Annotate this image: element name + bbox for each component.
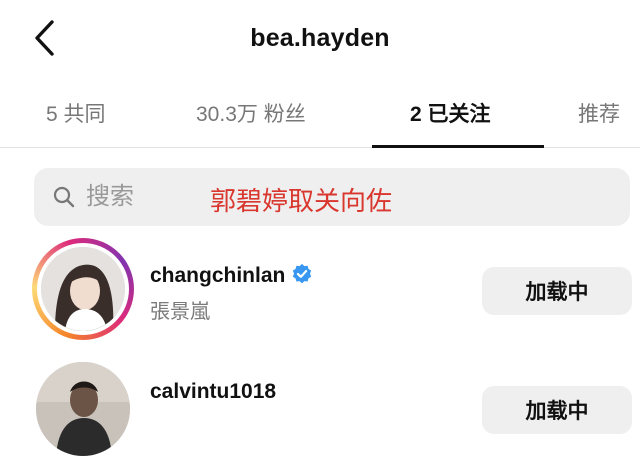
follow-status-button[interactable]: 加载中: [482, 267, 632, 315]
verified-badge-icon: [293, 263, 312, 284]
tab-followers[interactable]: 30.3万 粉丝: [196, 98, 306, 132]
active-tab-indicator: [372, 145, 544, 148]
follow-status-button[interactable]: 加载中: [482, 386, 632, 434]
username[interactable]: changchinlan: [150, 263, 313, 288]
avatar-story-ring[interactable]: [32, 238, 134, 340]
list-item[interactable]: changchinlan 張景嵐 加载中: [0, 238, 640, 340]
tab-suggested[interactable]: 推荐: [578, 98, 620, 132]
caption-overlay: 郭碧婷取关向佐: [210, 186, 393, 216]
avatar: [41, 247, 125, 331]
search-input[interactable]: [86, 177, 216, 217]
page-title: bea.hayden: [250, 24, 390, 52]
tabs-divider: [0, 147, 640, 148]
tab-following[interactable]: 2 已关注: [410, 98, 491, 132]
search-icon: [53, 186, 75, 208]
top-bar: bea.hayden: [0, 0, 640, 82]
list-item[interactable]: calvintu1018 加载中: [0, 362, 640, 462]
tab-mutual[interactable]: 5 共同: [46, 98, 106, 132]
profile-tabs: 5 共同 30.3万 粉丝 2 已关注 推荐: [0, 82, 640, 148]
avatar[interactable]: [36, 362, 130, 456]
username[interactable]: calvintu1018: [150, 380, 276, 404]
full-name: 張景嵐: [150, 301, 210, 323]
